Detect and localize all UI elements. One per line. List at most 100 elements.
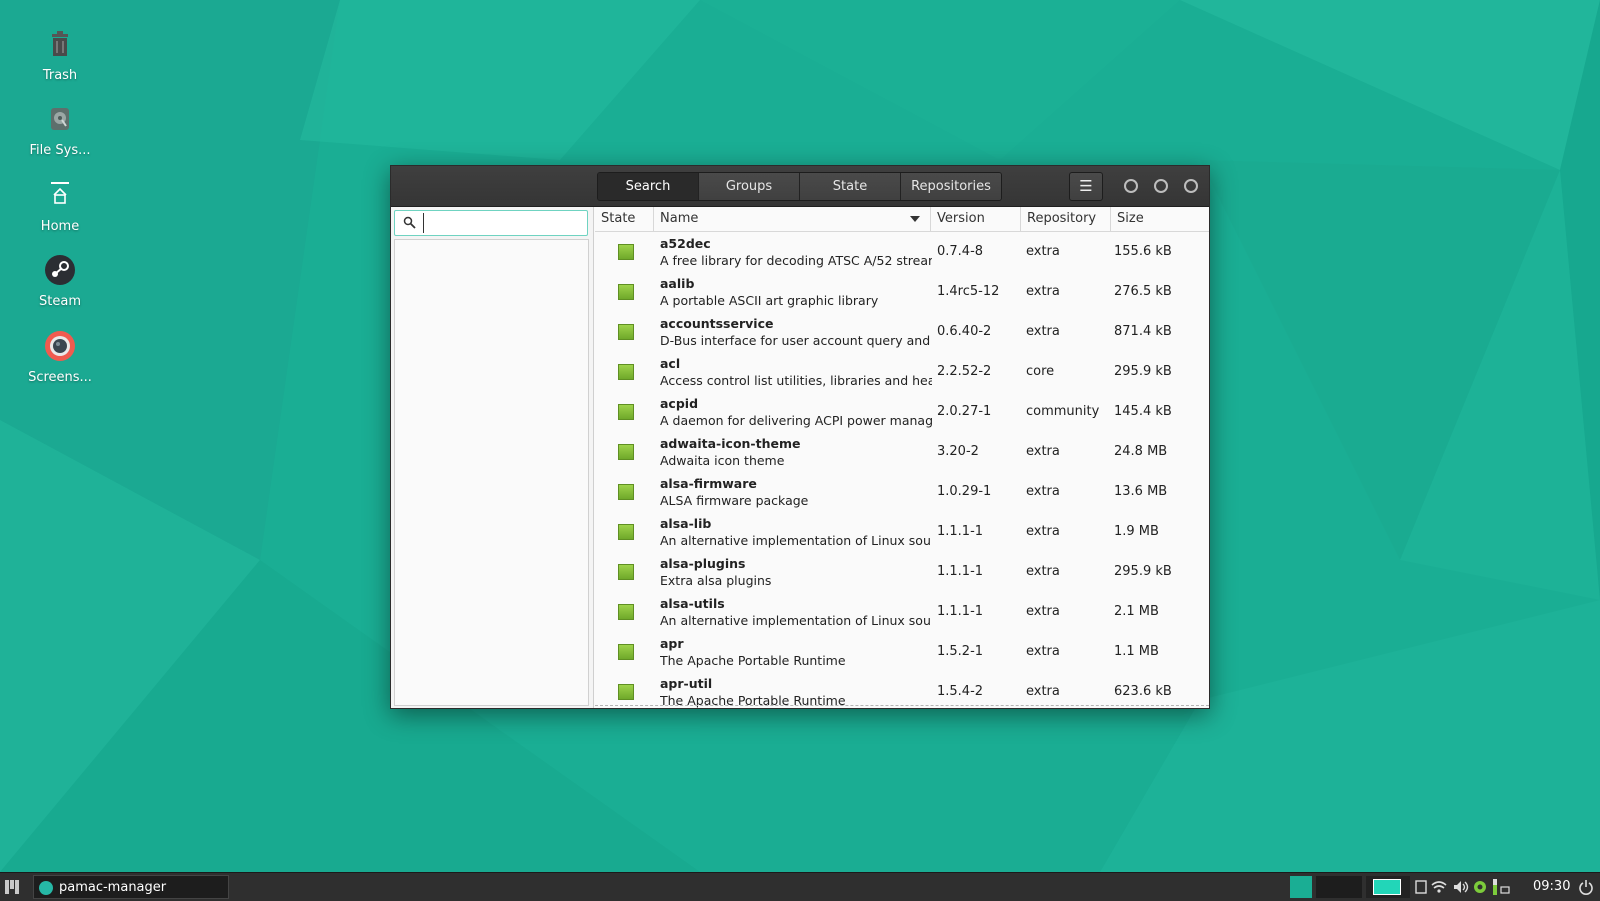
package-size: 295.9 kB bbox=[1114, 364, 1172, 379]
package-description: Extra alsa plugins bbox=[660, 573, 772, 588]
column-header-size[interactable]: Size bbox=[1111, 207, 1209, 231]
table-row[interactable]: alsa-lib An alternative implementation of… bbox=[595, 512, 1209, 552]
package-version: 2.2.52-2 bbox=[937, 364, 992, 379]
package-name: acpid bbox=[660, 396, 699, 411]
update-gear-icon[interactable] bbox=[1474, 881, 1486, 893]
package-name: alsa-plugins bbox=[660, 556, 746, 571]
table-header: State Name Version Repository Size bbox=[595, 207, 1209, 232]
clipboard-icon[interactable] bbox=[1415, 880, 1427, 894]
network-wired-icon[interactable] bbox=[1500, 886, 1510, 894]
screenshot-icon bbox=[45, 331, 75, 361]
header-bar: Search Groups State Repositories ☰ bbox=[391, 166, 1209, 207]
table-row[interactable]: a52dec A free library for decoding ATSC A… bbox=[595, 232, 1209, 272]
package-description: ALSA firmware package bbox=[660, 493, 809, 508]
installed-state-icon[interactable] bbox=[618, 684, 634, 700]
package-description: Adwaita icon theme bbox=[660, 453, 785, 468]
scroll-edge-indicator bbox=[595, 705, 1209, 706]
package-size: 145.4 kB bbox=[1114, 404, 1172, 419]
installed-state-icon[interactable] bbox=[618, 484, 634, 500]
package-description: Access control list utilities, libraries… bbox=[660, 373, 932, 388]
desktop-icon-trash[interactable]: Trash bbox=[20, 26, 100, 83]
desktop-icon-label: Trash bbox=[42, 68, 78, 83]
workspace-window-thumb bbox=[1373, 879, 1401, 895]
installed-state-icon[interactable] bbox=[618, 404, 634, 420]
table-row[interactable]: alsa-utils An alternative implementation … bbox=[595, 592, 1209, 632]
package-name: aalib bbox=[660, 276, 695, 291]
installed-state-icon[interactable] bbox=[618, 284, 634, 300]
minimize-button[interactable] bbox=[1124, 179, 1138, 193]
tab-search[interactable]: Search bbox=[598, 173, 699, 200]
search-box[interactable] bbox=[394, 210, 588, 236]
package-size: 24.8 MB bbox=[1114, 444, 1168, 459]
installed-state-icon[interactable] bbox=[618, 444, 634, 460]
search-input[interactable] bbox=[423, 213, 588, 233]
package-repository: core bbox=[1026, 364, 1055, 379]
table-row[interactable]: alsa-plugins Extra alsa plugins 1.1.1-1 ext… bbox=[595, 552, 1209, 592]
desktop-icon-screenshot[interactable]: Screens... bbox=[20, 328, 100, 385]
desktop-icon-label: Steam bbox=[39, 294, 81, 309]
battery-icon[interactable] bbox=[1493, 879, 1497, 895]
installed-state-icon[interactable] bbox=[618, 244, 634, 260]
system-tray bbox=[1415, 879, 1510, 895]
table-row[interactable]: apr The Apache Portable Runtime 1.5.2-1 ext… bbox=[595, 632, 1209, 672]
column-header-repository[interactable]: Repository bbox=[1021, 207, 1111, 231]
column-header-state[interactable]: State bbox=[595, 207, 654, 231]
installed-state-icon[interactable] bbox=[618, 524, 634, 540]
table-row[interactable]: alsa-firmware ALSA firmware package 1.0.29… bbox=[595, 472, 1209, 512]
package-repository: extra bbox=[1026, 644, 1060, 659]
menu-button[interactable]: ☰ bbox=[1069, 172, 1103, 201]
package-size: 871.4 kB bbox=[1114, 324, 1172, 339]
package-name: acl bbox=[660, 356, 681, 371]
installed-state-icon[interactable] bbox=[618, 564, 634, 580]
table-row[interactable]: accountsservice D-Bus interface for user … bbox=[595, 312, 1209, 352]
column-header-name[interactable]: Name bbox=[654, 207, 931, 231]
table-row[interactable]: aalib A portable ASCII art graphic librar… bbox=[595, 272, 1209, 312]
column-header-version[interactable]: Version bbox=[931, 207, 1021, 231]
app-menu-icon[interactable] bbox=[4, 879, 20, 895]
sort-descending-icon bbox=[910, 216, 920, 222]
file-system-icon bbox=[51, 108, 69, 130]
desktop-icon-label: File Sys... bbox=[29, 143, 91, 158]
installed-state-icon[interactable] bbox=[618, 364, 634, 380]
package-repository: extra bbox=[1026, 684, 1060, 699]
installed-state-icon[interactable] bbox=[618, 604, 634, 620]
tab-groups[interactable]: Groups bbox=[699, 173, 800, 200]
package-repository: extra bbox=[1026, 524, 1060, 539]
package-version: 3.20-2 bbox=[937, 444, 979, 459]
taskbar-item-pamac-manager[interactable]: pamac-manager bbox=[33, 875, 229, 899]
view-switcher: Search Groups State Repositories bbox=[597, 172, 1002, 201]
package-description: A daemon for delivering ACPI power manag… bbox=[660, 413, 932, 428]
clock[interactable]: 09:30 bbox=[1533, 873, 1570, 901]
package-name: adwaita-icon-theme bbox=[660, 436, 801, 451]
package-size: 623.6 kB bbox=[1114, 684, 1172, 699]
package-size: 2.1 MB bbox=[1114, 604, 1159, 619]
package-version: 1.1.1-1 bbox=[937, 564, 984, 579]
desktop-icon-steam[interactable]: Steam bbox=[20, 252, 100, 309]
table-row[interactable]: acl Access control list utilities, librar… bbox=[595, 352, 1209, 392]
desktop-icon-file-system[interactable]: File Sys... bbox=[20, 101, 100, 158]
package-version: 1.0.29-1 bbox=[937, 484, 992, 499]
workspace-2[interactable] bbox=[1316, 876, 1362, 898]
package-size: 276.5 kB bbox=[1114, 284, 1172, 299]
pamac-icon bbox=[39, 881, 53, 895]
installed-state-icon[interactable] bbox=[618, 324, 634, 340]
table-row[interactable]: acpid A daemon for delivering ACPI power … bbox=[595, 392, 1209, 432]
volume-icon[interactable] bbox=[1454, 881, 1469, 893]
tab-state[interactable]: State bbox=[800, 173, 901, 200]
tab-repositories[interactable]: Repositories bbox=[901, 173, 1001, 200]
filter-list[interactable] bbox=[394, 239, 589, 706]
power-icon[interactable] bbox=[1578, 879, 1594, 895]
package-repository: community bbox=[1026, 404, 1100, 419]
workspace-1[interactable] bbox=[1290, 876, 1312, 898]
pamac-window: Search Groups State Repositories ☰ State… bbox=[390, 165, 1210, 709]
package-name: alsa-utils bbox=[660, 596, 725, 611]
package-description: A portable ASCII art graphic library bbox=[660, 293, 879, 308]
installed-state-icon[interactable] bbox=[618, 644, 634, 660]
maximize-button[interactable] bbox=[1154, 179, 1168, 193]
table-row[interactable]: adwaita-icon-theme Adwaita icon theme 3.20… bbox=[595, 432, 1209, 472]
workspace-3[interactable] bbox=[1366, 876, 1410, 898]
close-button[interactable] bbox=[1184, 179, 1198, 193]
table-row[interactable]: apr-util The Apache Portable Runtime 1.5.4… bbox=[595, 672, 1209, 708]
wifi-icon[interactable] bbox=[1431, 881, 1447, 893]
desktop-icon-home[interactable]: Home bbox=[20, 177, 100, 234]
